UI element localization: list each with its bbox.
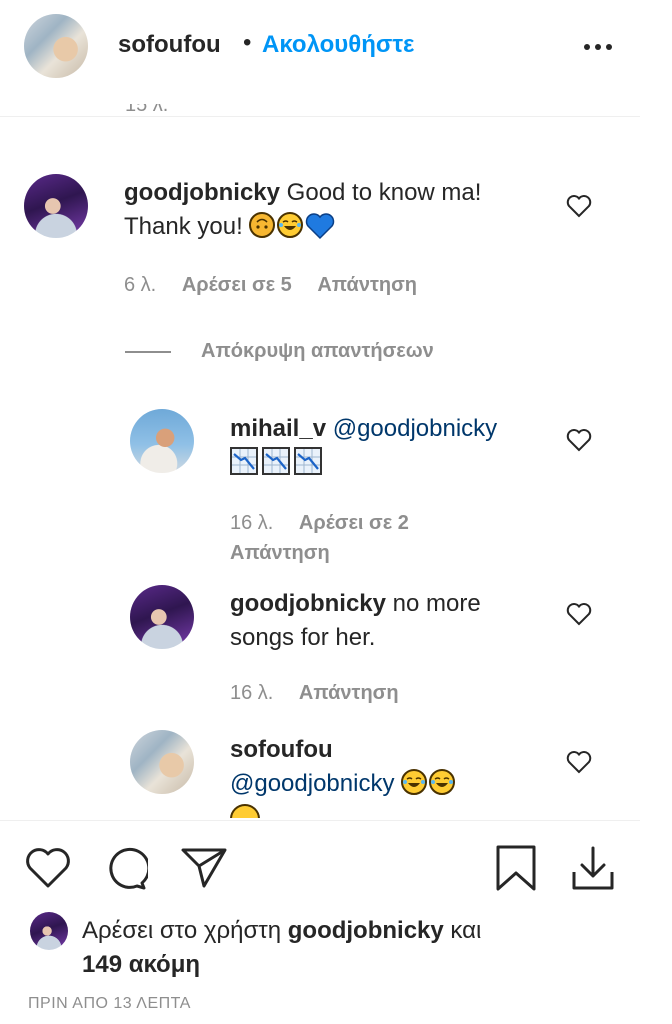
- chart-decreasing-icon: [294, 447, 322, 475]
- reply-mention[interactable]: @goodjobnicky: [230, 770, 394, 797]
- upside-down-face-icon: [249, 212, 276, 238]
- reply-meta: 16 λ. Αρέσει σε 2 Απάντηση: [230, 508, 409, 568]
- reply-body: sofoufou @goodjobnicky: [230, 733, 550, 801]
- reply-mention[interactable]: @goodjobnicky: [333, 415, 497, 442]
- liked-by-prefix: Αρέσει στο χρήστη: [82, 917, 282, 944]
- author-avatar[interactable]: [24, 14, 88, 78]
- reply-button[interactable]: Απάντηση: [230, 542, 330, 564]
- author-username[interactable]: sofoufou: [118, 31, 221, 59]
- comment-body: goodjobnicky Good to know ma! Thank you!: [124, 176, 544, 244]
- actions-divider: [0, 820, 640, 821]
- reply-likes-count[interactable]: Αρέσει σε 2: [299, 512, 409, 534]
- tears-of-joy-icon: [277, 212, 304, 238]
- post-timestamp: ΠΡΙΝ ΑΠΟ 13 ΛΕΠΤΑ: [28, 995, 191, 1012]
- reply-username[interactable]: goodjobnicky: [230, 590, 386, 617]
- like-reply-heart-icon[interactable]: [566, 428, 592, 452]
- like-reply-heart-icon[interactable]: [566, 750, 592, 774]
- reply-body: mihail_v @goodjobnicky: [230, 412, 550, 480]
- liker-avatar[interactable]: [30, 912, 68, 950]
- cut-off-emoji-icon: [230, 804, 262, 818]
- reply-avatar[interactable]: [130, 585, 194, 649]
- more-options-icon[interactable]: [584, 44, 612, 50]
- reply-button[interactable]: Απάντηση: [317, 274, 417, 296]
- chart-decreasing-icon: [230, 447, 258, 475]
- heart-icon[interactable]: [24, 846, 72, 890]
- liked-by-others[interactable]: 149 ακόμη: [82, 951, 200, 978]
- like-comment-heart-icon[interactable]: [566, 194, 592, 218]
- comment-icon[interactable]: [102, 846, 148, 892]
- follow-button[interactable]: Ακολουθήστε: [262, 31, 414, 59]
- comment-time: 6 λ.: [124, 274, 157, 296]
- reply-body: goodjobnicky no more songs for her.: [230, 587, 550, 655]
- share-icon[interactable]: [180, 846, 228, 890]
- blue-heart-icon: [305, 212, 335, 240]
- reply-meta: 16 λ. Απάντηση: [230, 682, 399, 705]
- previous-comment-time: 15 λ.: [125, 104, 169, 116]
- liked-by-and: και: [450, 917, 482, 944]
- hide-replies-button[interactable]: Απόκρυψη απαντήσεων: [201, 340, 434, 363]
- comment-likes-count[interactable]: Αρέσει σε 5: [182, 274, 292, 296]
- reply-time: 16 λ.: [230, 682, 274, 704]
- liked-by-user[interactable]: goodjobnicky: [288, 917, 444, 944]
- post-header: sofoufou • Ακολουθήστε: [0, 0, 672, 92]
- reply-time: 16 λ.: [230, 512, 274, 534]
- header-separator: •: [243, 29, 252, 56]
- replies-divider: [125, 351, 171, 353]
- comment-username[interactable]: goodjobnicky: [124, 179, 280, 206]
- reply-button[interactable]: Απάντηση: [299, 682, 399, 704]
- download-icon[interactable]: [570, 844, 616, 892]
- reply-avatar[interactable]: [130, 409, 194, 473]
- likes-summary: Αρέσει στο χρήστη goodjobnicky και 149 α…: [82, 914, 602, 982]
- tears-of-joy-icon: [429, 769, 456, 795]
- reply-text-continued: songs for her.: [230, 624, 376, 651]
- reply-text: no more: [392, 590, 481, 617]
- bookmark-icon[interactable]: [494, 844, 538, 892]
- tears-of-joy-icon: [401, 769, 428, 795]
- comment-meta: 6 λ. Αρέσει σε 5 Απάντηση: [124, 274, 417, 297]
- reply-avatar[interactable]: [130, 730, 194, 794]
- reply-username[interactable]: mihail_v: [230, 415, 326, 442]
- reply-username[interactable]: sofoufou: [230, 736, 333, 763]
- chart-decreasing-icon: [262, 447, 290, 475]
- header-divider: [0, 116, 640, 117]
- commenter-avatar[interactable]: [24, 174, 88, 238]
- like-reply-heart-icon[interactable]: [566, 602, 592, 626]
